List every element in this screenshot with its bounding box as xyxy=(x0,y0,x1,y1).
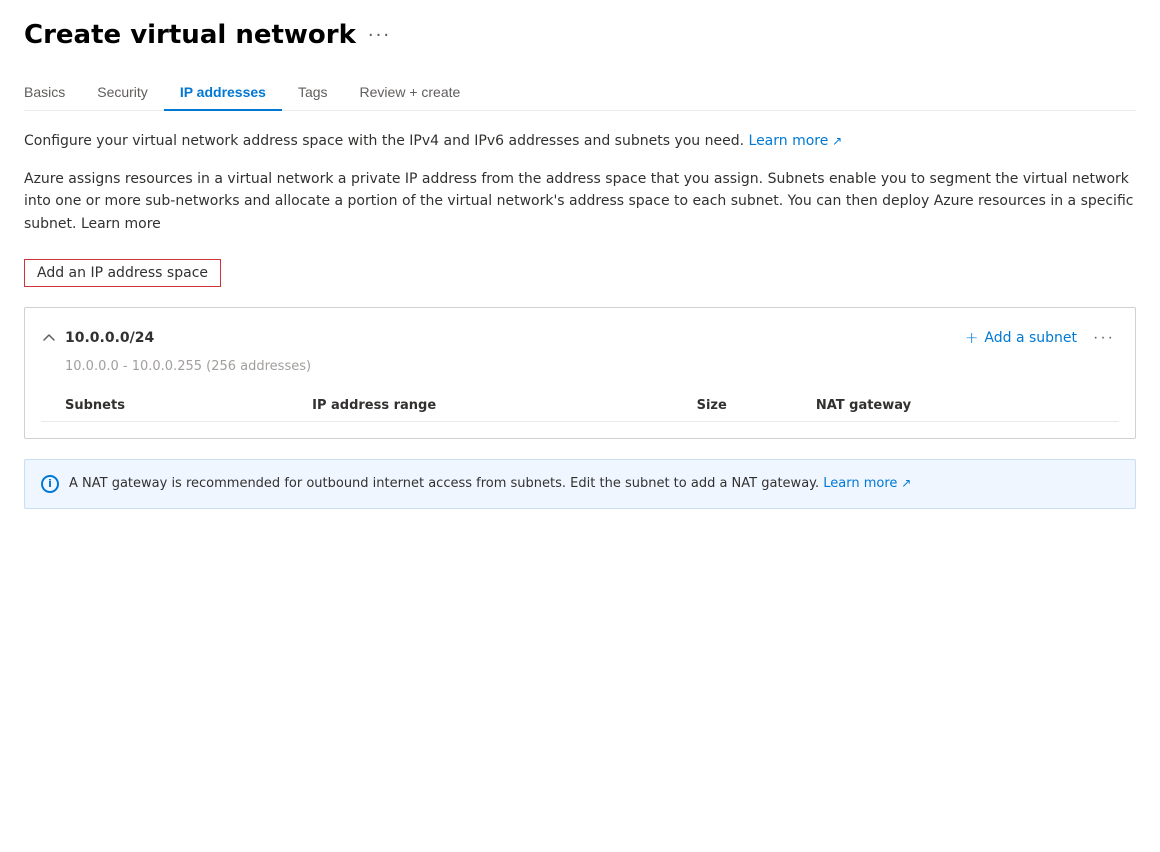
tab-review-create[interactable]: Review + create xyxy=(344,74,477,110)
tab-tags[interactable]: Tags xyxy=(282,74,344,110)
header-more-icon[interactable]: ··· xyxy=(368,25,391,46)
learn-more-link-1[interactable]: Learn more xyxy=(749,133,843,149)
tab-bar: Basics Security IP addresses Tags Review… xyxy=(24,74,1136,111)
col-subnets: Subnets xyxy=(41,390,312,422)
plus-icon: + xyxy=(965,328,978,347)
description-2: Azure assigns resources in a virtual net… xyxy=(24,168,1136,235)
ip-range-text: 10.0.0.0 - 10.0.0.255 (256 addresses) xyxy=(41,359,1119,374)
ip-space-actions: + Add a subnet ··· xyxy=(965,324,1119,351)
info-banner: i A NAT gateway is recommended for outbo… xyxy=(24,459,1136,509)
page-header: Create virtual network ··· xyxy=(24,20,1136,50)
chevron-up-icon[interactable] xyxy=(41,330,57,346)
col-size: Size xyxy=(697,390,816,422)
ip-space-card: 10.0.0.0/24 + Add a subnet ··· 10.0.0.0 … xyxy=(24,307,1136,439)
add-subnet-button[interactable]: + Add a subnet xyxy=(965,324,1077,351)
tab-security[interactable]: Security xyxy=(81,74,164,110)
ip-space-title-row: 10.0.0.0/24 xyxy=(41,330,154,346)
ip-space-cidr: 10.0.0.0/24 xyxy=(65,330,154,346)
info-icon: i xyxy=(41,475,59,493)
add-ip-address-space-button[interactable]: Add an IP address space xyxy=(24,259,221,287)
subnet-table: Subnets IP address range Size NAT gatewa… xyxy=(41,390,1119,422)
info-banner-learn-more-link[interactable]: Learn more xyxy=(823,476,911,491)
tab-basics[interactable]: Basics xyxy=(24,74,81,110)
tab-ip-addresses[interactable]: IP addresses xyxy=(164,74,282,110)
page-title: Create virtual network xyxy=(24,20,356,50)
col-ip-address-range: IP address range xyxy=(312,390,696,422)
ip-space-more-options-button[interactable]: ··· xyxy=(1089,327,1119,349)
ip-space-header: 10.0.0.0/24 + Add a subnet ··· xyxy=(41,324,1119,351)
info-banner-text: A NAT gateway is recommended for outboun… xyxy=(69,474,911,494)
description-1: Configure your virtual network address s… xyxy=(24,131,1136,152)
col-nat-gateway: NAT gateway xyxy=(816,390,1119,422)
learn-more-link-2[interactable]: Learn more xyxy=(81,216,161,232)
add-subnet-label: Add a subnet xyxy=(984,330,1077,346)
